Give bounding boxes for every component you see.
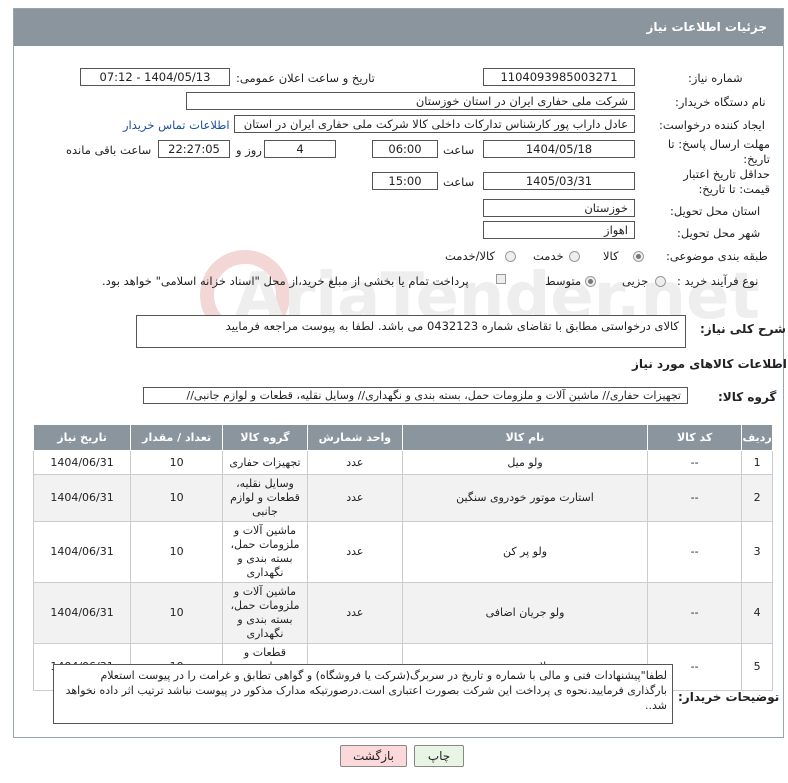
need-number-label: شماره نیاز:: [688, 71, 743, 85]
remaining-time-field: 22:27:05: [158, 140, 230, 158]
category-radio-service[interactable]: [569, 249, 580, 262]
creator-field: عادل داراب پور کارشناس تدارکات داخلی کال…: [234, 115, 635, 133]
buyer-notes-label: توضیحات خریدار:: [678, 690, 780, 704]
province-field: خوزستان: [483, 199, 635, 217]
announce-field: 1404/05/13 - 07:12: [80, 68, 230, 86]
description-field[interactable]: کالای درخواستی مطابق با تقاضای شماره 043…: [136, 315, 686, 348]
process-radio-minor[interactable]: [655, 274, 666, 287]
need-number-field: 1104093985003271: [483, 68, 635, 86]
city-field: اهواز: [483, 221, 635, 239]
city-label: شهر محل تحویل:: [677, 226, 761, 240]
announce-label: تاریخ و ساعت اعلان عمومی:: [236, 71, 375, 85]
category-option-both: کالا/خدمت: [445, 249, 496, 263]
buyer-org-label: نام دستگاه خریدار:: [675, 95, 766, 109]
category-label: طبقه بندی موضوعی:: [666, 249, 768, 263]
col-unit: واحد شمارش: [306, 424, 403, 451]
goods-group-label: گروه کالا:: [718, 390, 777, 404]
description-label: شرح کلی نیاز:: [700, 322, 786, 336]
days-label: روز و: [236, 143, 262, 157]
price-valid-time-label: ساعت: [443, 175, 475, 189]
process-label: نوع فرآیند خرید :: [677, 274, 759, 288]
table-header-row: ردیف کد کالا نام کالا واحد شمارش گروه کا…: [32, 424, 773, 451]
col-group: گروه کالا: [222, 424, 308, 451]
price-valid-date-field: 1405/03/31: [483, 172, 635, 190]
deadline-time-label: ساعت: [443, 143, 475, 157]
deadline-time-field: 06:00: [372, 140, 438, 158]
category-radio-goods[interactable]: [633, 249, 644, 262]
category-option-service: خدمت: [533, 249, 564, 263]
col-date: تاریخ نیاز: [32, 424, 132, 451]
panel-title: جزئیات اطلاعات نیاز: [14, 9, 783, 46]
deadline-label: مهلت ارسال پاسخ: تا تاریخ:: [667, 137, 770, 166]
col-name: نام کالا: [401, 424, 649, 451]
price-valid-time-field: 15:00: [372, 172, 438, 190]
table-row: 4 -- ولو جریان اضافی عدد ماشین آلات و مل…: [32, 582, 773, 644]
process-option-minor: جزیی: [622, 274, 649, 288]
col-code: کد کالا: [647, 424, 743, 451]
back-button[interactable]: بازگشت: [340, 745, 407, 767]
payment-checkbox[interactable]: [496, 272, 506, 285]
contact-buyer-link[interactable]: اطلاعات تماس خریدار: [123, 118, 230, 132]
goods-section-title: اطلاعات کالاهای مورد نیاز: [632, 357, 787, 371]
buyer-org-field: شرکت ملی حفاری ایران در استان خوزستان: [186, 92, 635, 110]
province-label: استان محل تحویل:: [670, 204, 761, 218]
creator-label: ایجاد کننده درخواست:: [659, 118, 765, 132]
col-index: ردیف: [741, 424, 773, 451]
table-row: 2 -- استارت موتور خودروی سنگین عدد وسایل…: [32, 474, 773, 522]
print-button[interactable]: چاپ: [414, 745, 464, 767]
items-table: ردیف کد کالا نام کالا واحد شمارش گروه کا…: [32, 424, 773, 691]
table-row: 3 -- ولو پر کن عدد ماشین آلات و ملزومات …: [32, 521, 773, 583]
category-option-goods: کالا: [603, 249, 619, 263]
category-radio-both[interactable]: [505, 249, 516, 262]
price-valid-label: حداقل تاریخ اعتبار قیمت: تا تاریخ:: [683, 167, 770, 196]
process-radio-medium[interactable]: [585, 274, 596, 287]
deadline-date-field: 1404/05/18: [483, 140, 635, 158]
col-qty: تعداد / مقدار: [130, 424, 224, 451]
payment-note: پرداخت تمام یا بخشی از مبلغ خرید،از محل …: [102, 274, 469, 288]
table-row: 1 -- ولو میل عدد تجهیزات حفاری 10 1404/0…: [32, 450, 773, 475]
process-option-medium: متوسط: [545, 274, 582, 288]
buyer-notes-field[interactable]: لطفا"پیشنهادات فنی و مالی با شماره و تار…: [53, 664, 673, 724]
remaining-label: ساعت باقی مانده: [66, 143, 152, 157]
goods-group-field: تجهیزات حفاری// ماشین آلات و ملزومات حمل…: [143, 387, 688, 404]
days-field: 4: [264, 140, 336, 158]
